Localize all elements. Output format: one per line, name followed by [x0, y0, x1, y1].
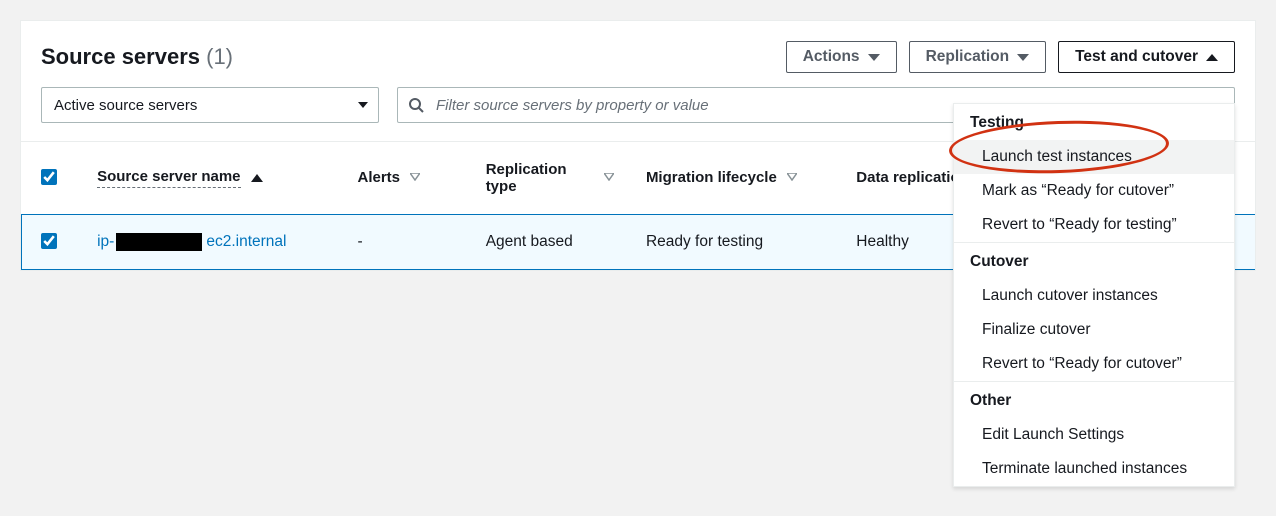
menu-edit-launch-settings[interactable]: Edit Launch Settings	[954, 418, 1234, 452]
cell-name: ip-ec2.internal	[81, 214, 341, 270]
cell-alerts: -	[342, 214, 470, 270]
title-text: Source servers	[41, 44, 200, 69]
replication-label: Replication	[926, 48, 1010, 66]
col-alerts-label: Alerts	[358, 169, 401, 186]
status-filter-select[interactable]: Active source servers	[41, 87, 379, 123]
col-data-replication-label: Data replication	[856, 169, 969, 186]
redacted-block	[116, 233, 202, 251]
search-icon	[408, 97, 424, 113]
caret-down-icon	[868, 54, 880, 61]
action-buttons: Actions Replication Test and cutover	[786, 41, 1235, 73]
row-checkbox[interactable]	[41, 233, 57, 249]
select-all-checkbox[interactable]	[41, 169, 57, 185]
menu-group-testing: Testing	[954, 104, 1234, 140]
source-servers-panel: Source servers (1) Actions Replication T…	[20, 20, 1256, 271]
panel-header: Source servers (1) Actions Replication T…	[41, 41, 1235, 73]
title-count: (1)	[206, 44, 233, 69]
menu-finalize-cutover[interactable]: Finalize cutover	[954, 313, 1234, 347]
caret-up-icon	[1206, 54, 1218, 61]
sort-icon	[787, 173, 797, 183]
cell-lifecycle: Ready for testing	[630, 214, 840, 270]
sort-icon	[410, 173, 420, 183]
menu-mark-ready-cutover[interactable]: Mark as “Ready for cutover”	[954, 174, 1234, 208]
replication-button[interactable]: Replication	[909, 41, 1047, 73]
col-replication-type-label: Replication type	[486, 161, 594, 195]
col-alerts[interactable]: Alerts	[342, 142, 470, 214]
menu-terminate-launched[interactable]: Terminate launched instances	[954, 452, 1234, 486]
col-name[interactable]: Source server name	[81, 142, 341, 214]
cell-select	[21, 214, 81, 270]
menu-revert-ready-testing[interactable]: Revert to “Ready for testing”	[954, 208, 1234, 242]
col-replication-type[interactable]: Replication type	[470, 142, 630, 214]
menu-revert-ready-cutover[interactable]: Revert to “Ready for cutover”	[954, 347, 1234, 381]
status-filter-value: Active source servers	[54, 97, 197, 114]
test-cutover-button[interactable]: Test and cutover	[1058, 41, 1235, 73]
test-cutover-label: Test and cutover	[1075, 48, 1198, 66]
actions-label: Actions	[803, 48, 860, 66]
col-name-label: Source server name	[97, 168, 240, 188]
col-lifecycle[interactable]: Migration lifecycle	[630, 142, 840, 214]
cell-replication-type: Agent based	[470, 214, 630, 270]
col-lifecycle-label: Migration lifecycle	[646, 169, 777, 186]
sort-icon	[604, 173, 614, 183]
name-prefix: ip-	[97, 233, 114, 250]
menu-launch-test-instances[interactable]: Launch test instances	[954, 140, 1234, 174]
page-title: Source servers (1)	[41, 44, 233, 70]
caret-down-icon	[358, 102, 368, 108]
name-suffix: ec2.internal	[206, 233, 286, 250]
actions-button[interactable]: Actions	[786, 41, 897, 73]
menu-group-cutover: Cutover	[954, 242, 1234, 279]
test-cutover-menu: Testing Launch test instances Mark as “R…	[953, 103, 1235, 487]
server-name-link[interactable]: ip-ec2.internal	[97, 233, 286, 250]
caret-down-icon	[1017, 54, 1029, 61]
menu-launch-cutover-instances[interactable]: Launch cutover instances	[954, 279, 1234, 313]
menu-group-other: Other	[954, 381, 1234, 418]
col-select	[21, 142, 81, 214]
sort-asc-icon	[251, 174, 263, 182]
